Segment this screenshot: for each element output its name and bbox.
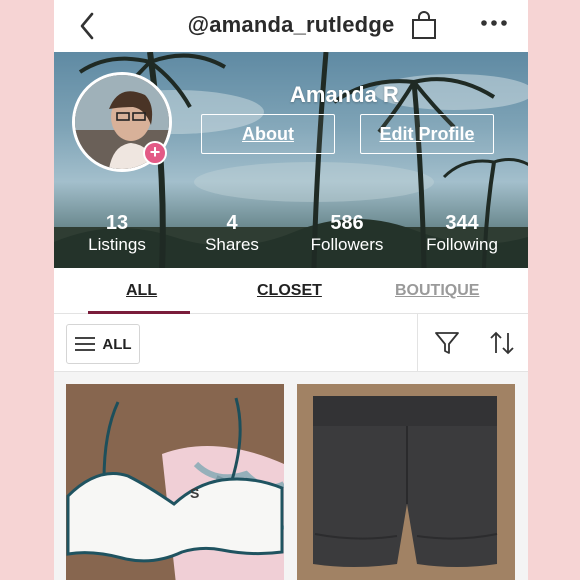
stat-shares[interactable]: 4 Shares [177,212,287,256]
stat-label: Listings [88,235,146,254]
more-options-button[interactable] [479,10,509,36]
listings-grid: S [54,372,528,580]
app-screen: @amanda_rutledge + Amanda R About Edit P… [54,0,528,580]
filter-button[interactable] [434,330,460,356]
about-button[interactable]: About [201,114,335,154]
tab-all[interactable]: ALL [126,282,157,300]
tab-boutique[interactable]: BOUTIQUE [395,282,479,300]
svg-text:S: S [190,485,199,501]
stat-label: Following [426,235,498,254]
stat-value: 586 [330,212,364,234]
profile-cover: + Amanda R About Edit Profile 13 Listing… [54,52,528,268]
stat-label: Shares [205,235,259,254]
profile-name: Amanda R [290,82,399,107]
stat-value: 4 [226,212,238,234]
sort-icon [490,331,514,355]
profile-handle: @amanda_rutledge [187,12,395,37]
closet-tabs: ALL CLOSET BOUTIQUE [54,268,528,314]
stat-value: 13 [105,212,129,234]
edit-profile-button[interactable]: Edit Profile [360,114,494,154]
stat-following[interactable]: 344 Following [407,212,517,256]
filter-bar: ALL [54,314,528,372]
more-horizontal-icon [481,20,507,26]
add-photo-button[interactable]: + [143,141,167,165]
shopping-bag-button[interactable] [410,10,438,40]
stat-listings[interactable]: 13 Listings [62,212,172,256]
sort-button[interactable] [488,330,516,356]
top-bar: @amanda_rutledge [54,0,528,52]
filter-icon [435,332,459,354]
stat-value: 344 [445,212,479,234]
divider [417,314,418,372]
tab-closet[interactable]: CLOSET [257,282,322,300]
stat-followers[interactable]: 586 Followers [292,212,402,256]
black-shorts-photo [297,384,515,580]
category-filter-label: ALL [102,335,132,353]
category-filter-button[interactable]: ALL [66,324,140,364]
listing-tile[interactable]: S [66,384,284,580]
shopping-bag-icon [412,11,436,39]
stat-label: Followers [310,235,384,254]
listing-tile[interactable] [297,384,515,580]
bikini-top-photo: S [66,384,284,580]
menu-icon [75,337,96,351]
